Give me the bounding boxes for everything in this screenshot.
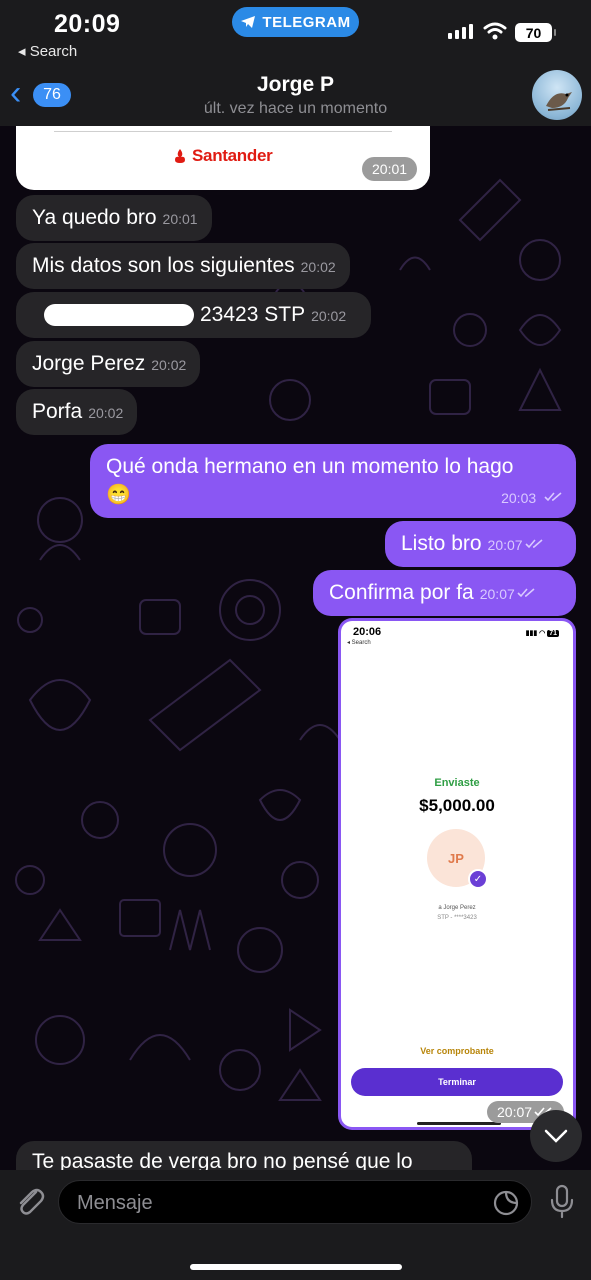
wifi-icon xyxy=(483,22,507,40)
message-input[interactable]: Mensaje xyxy=(58,1180,532,1224)
message-incoming[interactable]: Ya quedo bro 20:01 xyxy=(16,195,212,241)
bird-icon xyxy=(546,92,572,111)
payment-amount: $5,000.00 xyxy=(419,796,495,815)
santander-link-preview[interactable]: Santander 20:01 xyxy=(16,126,430,190)
message-incoming[interactable]: 23423 STP 20:02 xyxy=(16,292,371,338)
screenshot-clock: 20:06 xyxy=(353,626,382,638)
message-incoming[interactable]: Jorge Perez 20:02 xyxy=(16,341,201,387)
message-text: Mis datos son los siguientes xyxy=(32,254,295,277)
battery-icon: 70 xyxy=(515,23,556,42)
message-time: 20:07 xyxy=(497,1104,533,1120)
telegram-icon xyxy=(241,16,256,28)
message-text: Jorge Perez xyxy=(32,352,146,375)
back-to-app-link[interactable]: ◂ Search xyxy=(18,42,77,60)
screenshot-back: ◂ Search xyxy=(347,640,371,646)
grinning-emoji: 😁 xyxy=(106,484,131,506)
santander-logo: Santander xyxy=(172,146,273,166)
scroll-to-bottom-button[interactable] xyxy=(530,1110,582,1162)
clock: 20:09 xyxy=(54,10,121,38)
message-time: 20:01 xyxy=(162,211,198,227)
composer-bar: Mensaje xyxy=(0,1170,591,1280)
message-placeholder: Mensaje xyxy=(77,1192,153,1214)
flame-icon xyxy=(175,149,185,163)
contact-avatar[interactable] xyxy=(532,70,582,120)
chat-header: ‹ 76 Jorge P últ. vez hace un momento xyxy=(0,70,591,126)
paperclip-icon[interactable] xyxy=(14,1184,46,1218)
battery-level: 70 xyxy=(525,24,542,41)
message-outgoing[interactable]: Confirma por fa 20:07 xyxy=(313,570,576,616)
message-text: 23423 STP xyxy=(200,303,306,326)
payment-label: Enviaste xyxy=(434,777,480,789)
receipt-link: Ver comprobante xyxy=(420,1046,494,1056)
recipient-account: STP - ****3423 xyxy=(437,915,477,921)
screenshot-status-icons: ▮▮▮ ◠ 71 xyxy=(525,630,559,637)
message-time: 20:07 xyxy=(479,586,515,602)
status-bar: 20:09 ◂ Search TELEGRAM 70 xyxy=(0,0,591,70)
message-text: Qué onda hermano en un momento lo hago xyxy=(106,455,514,478)
image-message[interactable]: 20:06 ◂ Search ▮▮▮ ◠ 71 Enviaste $5,000.… xyxy=(338,618,576,1130)
message-time: 20:02 xyxy=(300,259,336,275)
divider xyxy=(54,131,392,132)
double-check-icon xyxy=(517,588,535,598)
screenshot-home-indicator xyxy=(417,1122,501,1125)
redacted-block xyxy=(44,304,194,326)
message-time: 20:02 xyxy=(311,308,347,324)
recipient-name: a Jorge Perez xyxy=(438,905,476,911)
contact-last-seen: últ. vez hace un momento xyxy=(203,100,388,117)
home-indicator xyxy=(190,1264,402,1270)
double-check-icon xyxy=(544,492,562,502)
microphone-icon[interactable] xyxy=(548,1184,576,1220)
message-time: 20:07 xyxy=(487,537,523,553)
santander-brand: Santander xyxy=(192,146,273,165)
app-pill[interactable]: TELEGRAM xyxy=(232,7,359,37)
message-meta: 20:03 xyxy=(495,483,564,512)
message-text: Confirma por fa xyxy=(329,581,474,604)
message-time: 20:02 xyxy=(151,357,187,373)
double-check-icon xyxy=(525,539,543,549)
message-outgoing[interactable]: Listo bro 20:07 xyxy=(385,521,576,567)
chevron-down-icon xyxy=(544,1129,568,1143)
screenshot-battery: 71 xyxy=(547,630,559,637)
contact-name[interactable]: Jorge P xyxy=(0,73,591,97)
payment-screenshot: 20:06 ◂ Search ▮▮▮ ◠ 71 Enviaste $5,000.… xyxy=(341,621,573,1127)
message-text: Ya quedo bro xyxy=(32,206,157,229)
message-incoming[interactable]: Porfa 20:02 xyxy=(16,389,138,435)
message-outgoing[interactable]: Qué onda hermano en un momento lo hago 😁… xyxy=(90,444,576,518)
app-pill-label: TELEGRAM xyxy=(262,13,351,31)
message-incoming[interactable]: Mis datos son los siguientes 20:02 xyxy=(16,243,350,289)
message-text: Porfa xyxy=(32,400,83,423)
message-time: 20:01 xyxy=(362,157,418,181)
finish-button: Terminar xyxy=(351,1068,563,1096)
sticker-icon[interactable] xyxy=(493,1190,519,1216)
check-badge-icon: ✓ xyxy=(468,869,488,889)
message-time: 20:03 xyxy=(501,490,537,506)
message-time: 20:02 xyxy=(88,405,124,421)
message-text: Listo bro xyxy=(401,532,482,555)
signal-icon xyxy=(448,24,473,39)
